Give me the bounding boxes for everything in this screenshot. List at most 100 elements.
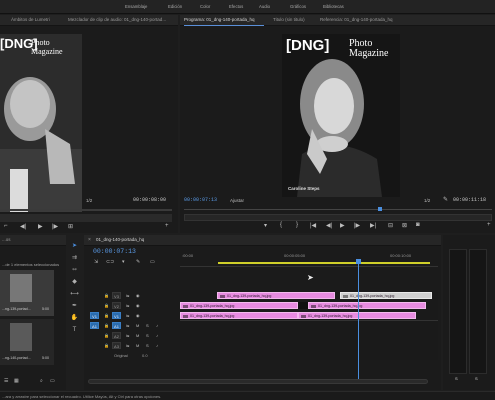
project-item-2[interactable]: ...ng-140-portad... 5:00 [0,319,54,365]
add-marker-icon[interactable]: ▾ [122,259,125,265]
program-go-out-icon[interactable]: ▶| [370,222,376,229]
timeline-timecode[interactable]: 00:00:07:13 [93,248,136,255]
source-a1-patch[interactable]: A1 [90,322,99,329]
program-mark-out-icon-2[interactable]: } [296,222,298,228]
source-zoom-select[interactable]: 1/2 [86,198,92,203]
program-play-icon[interactable]: ▶ [340,222,345,229]
program-export-frame-icon[interactable]: ◙ [416,222,420,228]
source-scrub-bar[interactable] [0,209,172,211]
workspace-tab-audio[interactable]: Audio [259,4,270,9]
a2-mic-icon[interactable]: ♪ [156,333,158,338]
linked-selection-icon[interactable]: ⊂⊃ [106,259,114,265]
program-mark-out-icon[interactable]: { [280,222,282,228]
program-mark-in-icon[interactable]: ▾ [264,222,267,229]
ripple-edit-icon[interactable]: ⇿ [70,266,79,275]
source-mark-in-icon[interactable]: ⌐ [4,223,8,229]
v1-sync-icon[interactable]: ⇋ [126,313,129,318]
icon-view-icon[interactable]: ▦ [14,378,19,384]
tab-project[interactable]: ...os [2,237,11,242]
project-item-1[interactable]: ...ng-139-portad... 5:00 [0,270,54,316]
a2-lock-icon[interactable]: 🔒 [104,333,109,338]
folder-icon[interactable]: ▭ [50,378,55,384]
source-zoom-bar[interactable] [0,214,172,222]
v2-lock-icon[interactable]: 🔒 [104,303,109,308]
work-area-bar[interactable] [218,262,430,264]
workspace-tab-bibliotecas[interactable]: Bibliotecas [323,4,344,9]
a1-target[interactable]: A1 [112,322,121,329]
a3-target[interactable]: A3 [112,342,121,349]
wrench-settings-icon[interactable]: ✎ [136,259,140,265]
a1-mute-button[interactable]: M [136,323,139,328]
wrench-icon[interactable]: ✎ [443,196,448,203]
program-go-in-icon[interactable]: |◀ [310,222,316,229]
program-timecode[interactable]: 00:00:07:13 [184,197,217,203]
razor-icon[interactable]: ◆ [70,278,79,287]
program-lift-icon[interactable]: ⊟ [388,222,393,229]
clip-v1-1[interactable]: 01_dng-139-portada_hq.jpg [180,312,298,319]
program-zoom-bar[interactable] [184,214,492,221]
a2-solo-button[interactable]: S [146,333,149,338]
v3-lock-icon[interactable]: 🔒 [104,293,109,298]
program-scrub-bar[interactable] [184,209,492,210]
meter-solo-left[interactable]: S [455,376,458,381]
list-view-icon[interactable]: ☰ [4,378,8,384]
snap-icon[interactable]: ⇲ [94,259,98,265]
program-extract-icon[interactable]: ⊠ [402,222,407,229]
v3-sync-icon[interactable]: ⇋ [126,293,129,298]
captions-icon[interactable]: ▭ [150,259,155,265]
source-step-forward-icon[interactable]: |▶ [52,223,58,230]
v1-lock-icon[interactable]: 🔒 [104,313,109,318]
workspace-tab-graficos[interactable]: Gráficos [290,4,306,9]
timeline-scrollbar[interactable] [88,379,428,384]
clip-v2-2[interactable]: 01_dng-139-portada_hq.jpg [308,302,426,309]
v3-eye-icon[interactable]: ◉ [136,293,140,298]
clip-v2-1[interactable]: 01_dng-139-portada_hq.jpg [180,302,298,309]
clip-v3-1[interactable]: 01_dng-139-portada_hq.jpg [217,292,335,299]
v2-target[interactable]: V2 [112,302,121,309]
timeline-ruler[interactable]: :00:00 00:00:05:00 00:00:10:00 [180,249,438,267]
workspace-tab-efectos[interactable]: Efectos [229,4,243,9]
v2-sync-icon[interactable]: ⇋ [126,303,129,308]
program-step-forward-icon[interactable]: |▶ [354,222,360,229]
pen-icon[interactable]: ✒ [70,302,79,311]
arrow-icon[interactable]: ➤ [70,242,79,251]
a2-target[interactable]: A2 [112,332,121,339]
a3-sync-icon[interactable]: ⇋ [126,343,129,348]
search-icon[interactable]: ⌕ [40,378,43,384]
program-fit-select[interactable]: Ajustar [230,198,244,203]
v3-target[interactable]: V3 [112,292,121,299]
a1-solo-button[interactable]: S [146,323,149,328]
a3-mic-icon[interactable]: ♪ [156,343,158,348]
tab-lumetri-scopes[interactable]: Ámbitos de Lumetri [11,17,50,22]
source-v1-patch[interactable]: V1 [90,312,99,319]
clip-v3-2[interactable]: 01_dng-139-portada_hq.jpg [340,292,432,299]
v1-target[interactable]: V1 [112,312,121,319]
tab-sequence[interactable]: 01_dng-140-portada_hq [96,237,144,242]
a2-mute-button[interactable]: M [136,333,139,338]
v1-eye-icon[interactable]: ◉ [136,313,140,318]
source-add-button[interactable]: + [165,223,169,229]
tab-program[interactable]: Programa: 01_dng-140-portada_hq [184,17,255,22]
program-playhead[interactable] [378,207,382,211]
a2-sync-icon[interactable]: ⇋ [126,333,129,338]
master-track-value[interactable]: 0.0 [142,353,148,358]
workspace-tab-ensamblaje[interactable]: Ensamblaje [125,4,147,9]
a3-lock-icon[interactable]: 🔒 [104,343,109,348]
source-insert-icon[interactable]: ⊞ [68,223,73,230]
v2-eye-icon[interactable]: ◉ [136,303,140,308]
a1-lock-icon[interactable]: 🔒 [104,323,109,328]
close-tab-icon[interactable]: × [88,237,91,243]
track-lanes[interactable]: 01_dng-139-portada_hq.jpg 01_dng-139-por… [180,290,438,360]
slip-icon[interactable]: ⟷ [70,290,79,299]
meter-solo-right[interactable]: S [475,376,478,381]
workspace-tab-edicion[interactable]: Edición [168,4,182,9]
a3-solo-button[interactable]: S [146,343,149,348]
tab-reference[interactable]: Referencia: 01_dng-140-portada_hq [320,17,393,22]
hand-icon[interactable]: ✋ [70,314,79,323]
tab-audio-clip-mixer[interactable]: Mezclador de clip de audio: 01_dng-140-p… [68,17,166,22]
program-zoom-select[interactable]: 1/2 [424,198,430,203]
a1-sync-icon[interactable]: ⇋ [126,323,129,328]
type-tool-icon[interactable]: T [70,326,79,335]
program-step-back-icon[interactable]: ◀| [326,222,332,229]
track-select-icon[interactable]: ⇉ [70,254,79,263]
